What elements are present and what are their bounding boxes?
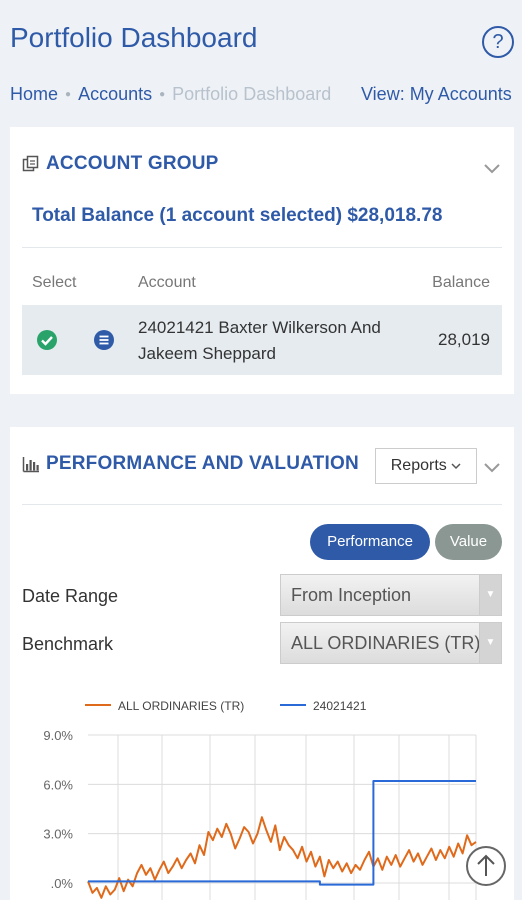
date-range-value: From Inception	[291, 585, 412, 605]
benchmark-value: ALL ORDINARIES (TR)	[291, 633, 481, 653]
breadcrumb-separator: ●	[159, 89, 166, 100]
performance-header[interactable]: PERFORMANCE AND VALUATION	[22, 453, 359, 475]
value-toggle-button[interactable]: Value	[435, 524, 502, 560]
column-header-select: Select	[32, 274, 77, 291]
column-header-balance: Balance	[432, 274, 490, 291]
divider	[22, 504, 502, 505]
date-range-select[interactable]: From Inception ▼	[280, 574, 502, 616]
table-row[interactable]: 24021421 Baxter Wilkerson And Jakeem She…	[22, 305, 502, 375]
breadcrumb: Home ● Accounts ● Portfolio Dashboard	[10, 84, 331, 105]
y-tick-label: .0%	[51, 876, 74, 891]
caret-down-icon: ▼	[479, 623, 501, 663]
legend-label: 24021421	[313, 699, 367, 713]
help-button[interactable]: ?	[482, 26, 514, 58]
divider	[22, 247, 502, 248]
scroll-to-top-button[interactable]	[466, 846, 506, 886]
account-menu-icon[interactable]	[94, 330, 114, 350]
performance-card: PERFORMANCE AND VALUATION Reports Perfor…	[10, 427, 514, 900]
bar-chart-icon	[22, 457, 39, 473]
benchmark-label: Benchmark	[22, 634, 114, 654]
breadcrumb-accounts[interactable]: Accounts	[78, 84, 152, 105]
total-balance: Total Balance (1 account selected) $28,0…	[32, 205, 443, 226]
performance-chart: 9.0% 6.0% 3.0% .0% ALL ORDINARIES (TR) 240214…	[43, 699, 477, 900]
chevron-down-icon	[451, 463, 461, 469]
reports-dropdown-button[interactable]: Reports	[375, 448, 477, 484]
series-line-benchmark	[87, 816, 477, 899]
breadcrumb-home[interactable]: Home	[10, 84, 58, 105]
column-header-account: Account	[138, 274, 196, 291]
y-tick-label: 3.0%	[43, 827, 73, 842]
page-header: Portfolio Dashboard ? Home ● Accounts ● …	[0, 0, 522, 120]
selected-check-icon[interactable]	[37, 330, 57, 350]
chevron-down-icon[interactable]	[483, 159, 501, 177]
y-tick-label: 6.0%	[43, 777, 73, 792]
y-tick-label: 9.0%	[43, 728, 73, 743]
account-name: 24021421 Baxter Wilkerson And Jakeem She…	[138, 318, 381, 363]
breadcrumb-separator: ●	[65, 89, 72, 100]
performance-toggle-button[interactable]: Performance	[310, 524, 430, 560]
page-title: Portfolio Dashboard	[10, 22, 258, 53]
copy-icon	[22, 155, 39, 172]
caret-down-icon: ▼	[479, 575, 501, 615]
benchmark-select[interactable]: ALL ORDINARIES (TR) ▼	[280, 622, 502, 664]
account-group-title: ACCOUNT GROUP	[46, 153, 219, 174]
arrow-up-icon	[477, 854, 495, 876]
view-accounts-link[interactable]: View: My Accounts	[361, 84, 512, 105]
date-range-label: Date Range	[22, 586, 119, 606]
breadcrumb-current: Portfolio Dashboard	[172, 84, 332, 104]
account-group-card: ACCOUNT GROUP Total Balance (1 account s…	[10, 127, 514, 394]
account-balance: 28,019	[438, 330, 490, 349]
series-line-account	[88, 780, 476, 886]
reports-label: Reports	[390, 457, 447, 474]
chevron-down-icon[interactable]	[483, 458, 501, 476]
legend-label: ALL ORDINARIES (TR)	[118, 699, 244, 713]
performance-title: PERFORMANCE AND VALUATION	[46, 453, 359, 474]
account-group-header[interactable]: ACCOUNT GROUP	[22, 153, 219, 175]
